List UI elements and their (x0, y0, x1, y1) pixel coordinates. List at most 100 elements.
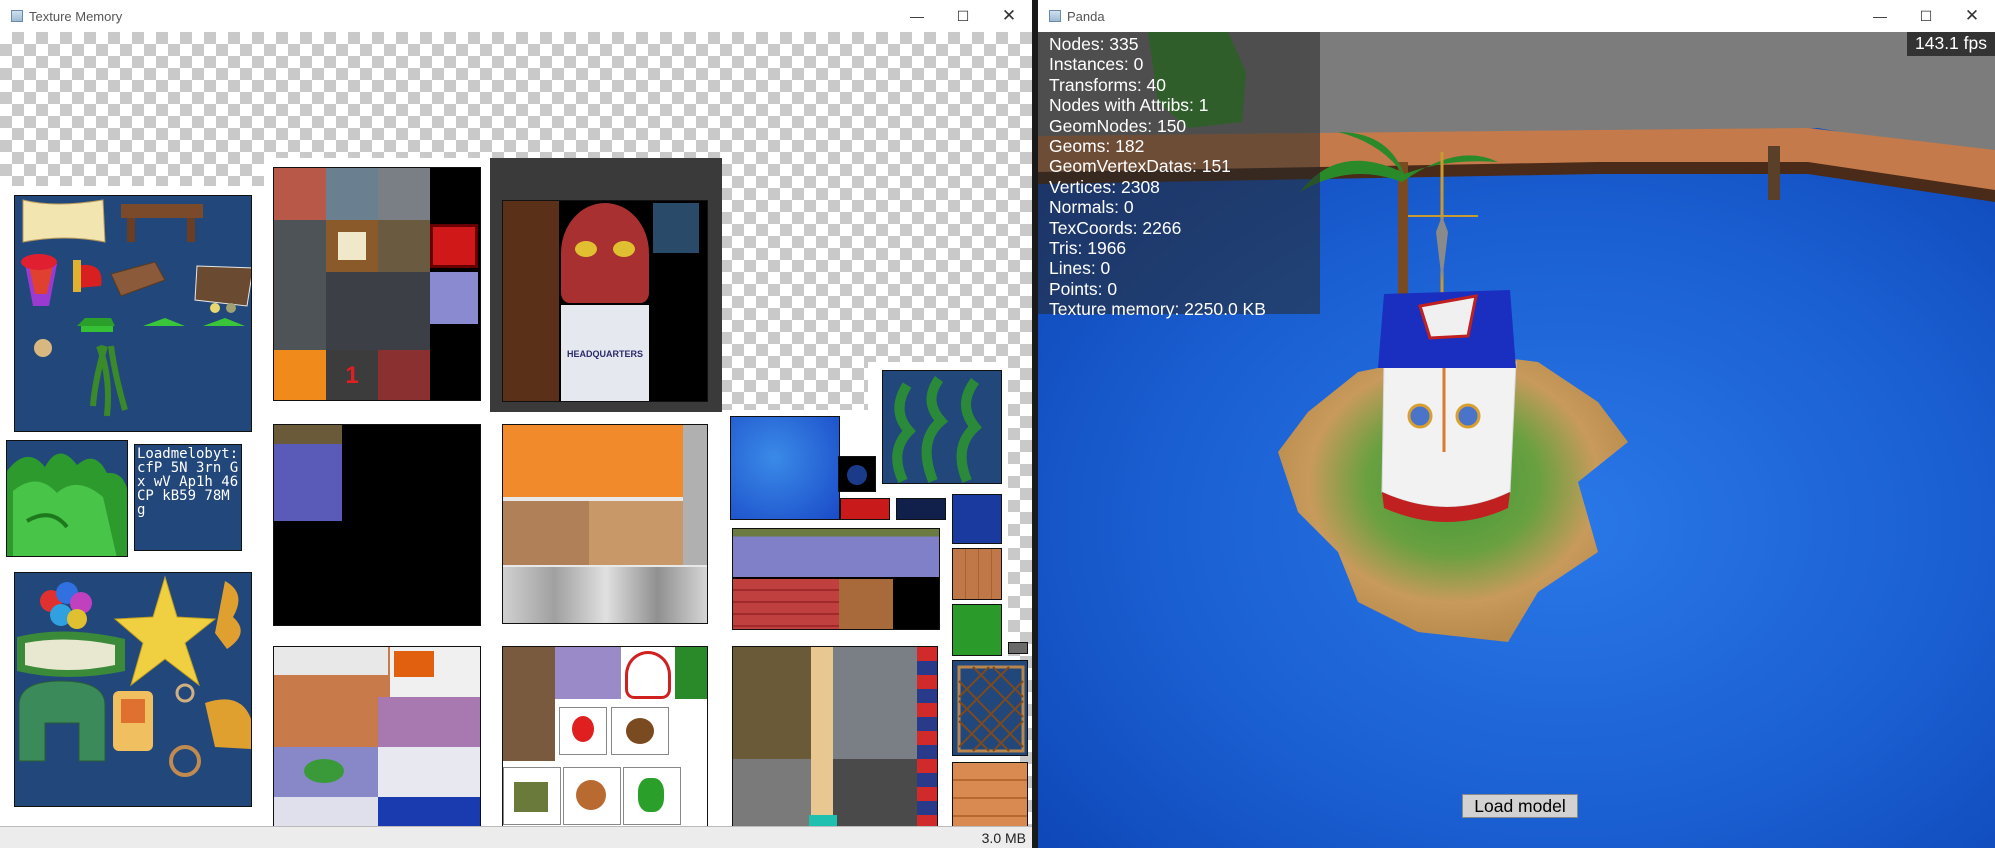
rope-tile (378, 220, 430, 272)
load-model-button[interactable]: Load model (1462, 794, 1578, 818)
dock-post (1768, 146, 1780, 200)
stat-nodes-with-attribs: Nodes with Attribs: 1 (1049, 95, 1209, 116)
dock-gradient-texture (273, 424, 481, 626)
porthole (1455, 403, 1481, 429)
net-art (957, 665, 1025, 753)
dark-metal-tile (326, 272, 430, 350)
maximize-button[interactable]: ☐ (1903, 0, 1949, 32)
headquarters-texture: HEADQUARTERS (502, 200, 708, 402)
texture-atlas-view[interactable]: Loadmelobyt: cfP 5N 3rn Gx wV Ap1h 46CP … (0, 32, 1032, 848)
balloon-card-icon (559, 707, 607, 755)
wood-planks-texture (952, 548, 1002, 600)
frame-tile (326, 220, 378, 272)
metal-vent-tile (833, 647, 917, 759)
blue-patch (653, 203, 699, 253)
riveted-tile (274, 220, 326, 350)
stat-geoms: Geoms: 182 (1049, 136, 1145, 157)
wood-door (839, 579, 893, 629)
curtain-tile (378, 350, 430, 400)
bear-card-icon (611, 707, 669, 755)
minimize-button[interactable]: — (1857, 0, 1903, 32)
props-atlas-art (21, 199, 251, 417)
stat-normals: Normals: 0 (1049, 197, 1134, 218)
balloons-atlas-texture (14, 572, 252, 807)
font-glyph-texture: Loadmelobyt: cfP 5N 3rn Gx wV Ap1h 46CP … (134, 444, 242, 551)
close-button[interactable]: ✕ (1949, 0, 1995, 32)
net-texture (952, 660, 1028, 756)
boot-shape (514, 782, 548, 812)
maximize-button[interactable]: ☐ (940, 0, 986, 32)
gauge-strip (917, 647, 937, 847)
orange-tile (274, 350, 326, 400)
stat-points: Points: 0 (1049, 278, 1118, 299)
red-panel-tile (430, 224, 478, 268)
frame-tile-center (338, 232, 366, 260)
stat-vertices: Vertices: 2308 (1049, 176, 1160, 197)
seaweed-art (892, 376, 982, 483)
orange-window-pane (394, 651, 434, 677)
memory-total-label: 3.0 MB (981, 830, 1026, 846)
brown-crate (503, 647, 555, 761)
3d-viewport[interactable]: Nodes: 335 Instances: 0 Transforms: 40 N… (1038, 32, 1995, 848)
brick-tile (274, 168, 326, 220)
porthole-tile (378, 747, 480, 797)
stat-texcoords: TexCoords: 2266 (1049, 217, 1182, 238)
drum-texture (732, 528, 940, 630)
bush-texture (6, 440, 128, 557)
purple-water-band (733, 529, 939, 577)
card-icons-texture (502, 646, 708, 848)
seaweed-texture (882, 370, 1002, 484)
blue-square-texture (952, 494, 1002, 544)
black-hole-texture (838, 456, 876, 492)
teeth-region (503, 501, 589, 565)
porthole (1407, 403, 1433, 429)
cat-card-icon (563, 767, 621, 825)
texture-memory-titlebar[interactable]: Texture Memory — ☐ ✕ (0, 0, 1032, 32)
wood-strip (503, 201, 559, 401)
parrot-card-icon (623, 767, 681, 825)
stat-nodes: Nodes: 335 (1049, 34, 1139, 54)
purple-fade (274, 425, 342, 521)
boot-card-icon (503, 767, 561, 825)
pipe-tile (326, 168, 378, 220)
metal-tile (378, 168, 430, 220)
grin-region (589, 501, 683, 565)
red-strip-texture (840, 498, 890, 520)
small-grey-texture (1008, 642, 1028, 654)
grey-strip (683, 425, 707, 565)
red-sign-tile: 1 (326, 350, 378, 400)
pier-metal-texture (732, 646, 938, 848)
close-button[interactable]: ✕ (986, 0, 1032, 32)
window-title: Texture Memory (29, 8, 123, 24)
cat-shape (576, 780, 606, 810)
stat-texture-memory: Texture memory: 2250.0 KB (1049, 299, 1266, 320)
green-tile (675, 647, 707, 699)
navy-strip-texture (896, 498, 946, 520)
panda-titlebar[interactable]: Panda — ☐ ✕ (1038, 0, 1995, 32)
purple-tile (555, 647, 621, 699)
stat-geomnodes: GeomNodes: 150 (1049, 115, 1187, 136)
orange-band (503, 425, 699, 497)
bear-shape (626, 718, 654, 744)
heart-icon (625, 651, 671, 699)
hole-center (847, 465, 867, 485)
panda-window: Panda — ☐ ✕ Nodes: 335 Instances: 0 Tran… (1038, 0, 1995, 848)
stat-transforms: Transforms: 40 (1049, 74, 1167, 95)
stat-lines: Lines: 0 (1049, 258, 1111, 279)
texture-memory-statusbar: 3.0 MB (0, 826, 1032, 848)
bush-art (7, 453, 127, 556)
grey-gradients (503, 567, 707, 623)
stat-geomvertexdatas: GeomVertexDatas: 151 (1049, 156, 1231, 177)
stat-tris: Tris: 1966 (1049, 238, 1127, 259)
island-grass-tile (304, 759, 344, 783)
scene-stats-overlay: Nodes: 335 Instances: 0 Transforms: 40 N… (1038, 32, 1320, 319)
green-square-texture (952, 604, 1002, 656)
purple-water-tile (378, 697, 480, 747)
balloon-shape (572, 716, 594, 742)
parrot-shape (638, 778, 664, 812)
minimize-button[interactable]: — (894, 0, 940, 32)
water-texture (730, 416, 840, 520)
window-title: Panda (1067, 8, 1105, 24)
props-atlas-texture (14, 195, 252, 432)
app-icon (11, 10, 23, 22)
